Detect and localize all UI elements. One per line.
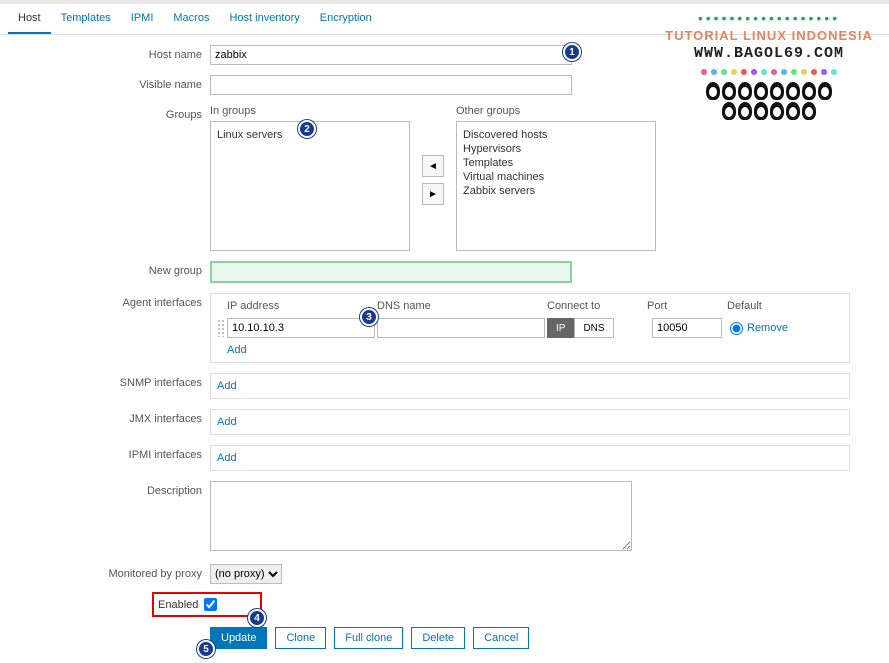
color-dots-icon (659, 64, 879, 78)
dnsname-header: DNS name (377, 300, 547, 312)
callout-5: 5 (197, 640, 215, 658)
move-right-button[interactable]: ► (422, 183, 444, 205)
callout-3: 3 (360, 308, 378, 326)
tab-macros[interactable]: Macros (163, 4, 219, 34)
ipmi-interfaces-box: Add (210, 445, 850, 471)
visiblename-label: Visible name (0, 75, 210, 91)
add-agent-interface-link[interactable]: Add (227, 344, 247, 356)
description-label: Description (0, 481, 210, 497)
proxy-select[interactable]: (no proxy) (210, 564, 282, 584)
callout-4: 4 (248, 609, 266, 627)
jmx-label: JMX interfaces (0, 409, 210, 425)
agentif-label: Agent interfaces (0, 293, 210, 309)
move-left-button[interactable]: ◄ (422, 155, 444, 177)
callout-2: 2 (298, 120, 316, 138)
hostname-input[interactable] (210, 45, 572, 65)
watermark-title: TUTORIAL LINUX INDONESIA (659, 28, 879, 43)
ingroups-label: In groups (210, 105, 410, 117)
add-jmx-interface-link[interactable]: Add (217, 416, 237, 428)
tab-encryption[interactable]: Encryption (310, 4, 382, 34)
agent-interfaces-box: IP address DNS name Connect to Port Defa… (210, 293, 850, 363)
newgroup-label: New group (0, 261, 210, 277)
dnsname-input[interactable] (377, 318, 545, 338)
jmx-interfaces-box: Add (210, 409, 850, 435)
update-button[interactable]: Update (210, 627, 267, 649)
ingroups-listbox[interactable]: Linux servers (210, 121, 410, 251)
othergroups-label: Other groups (456, 105, 656, 117)
delete-button[interactable]: Delete (411, 627, 465, 649)
watermark: •••••••••••••••••• TUTORIAL LINUX INDONE… (659, 10, 879, 120)
add-snmp-interface-link[interactable]: Add (217, 380, 237, 392)
ipmiif-label: IPMI interfaces (0, 445, 210, 461)
connect-ip-button[interactable]: IP (547, 318, 574, 338)
othergroup-item[interactable]: Virtual machines (463, 170, 649, 184)
othergroup-item[interactable]: Discovered hosts (463, 128, 649, 142)
enabled-label: Enabled (158, 599, 198, 611)
othergroup-item[interactable]: Templates (463, 156, 649, 170)
tab-ipmi[interactable]: IPMI (121, 4, 164, 34)
visiblename-input[interactable] (210, 75, 572, 95)
default-radio[interactable] (730, 322, 743, 335)
hostname-label: Host name (0, 45, 210, 61)
snmp-interfaces-box: Add (210, 373, 850, 399)
othergroup-item[interactable]: Zabbix servers (463, 184, 649, 198)
tab-host[interactable]: Host (8, 4, 51, 34)
newgroup-input[interactable] (210, 261, 572, 283)
othergroups-listbox[interactable]: Discovered hosts Hypervisors Templates V… (456, 121, 656, 251)
drag-handle-icon[interactable] (217, 319, 225, 337)
enabled-highlight: Enabled (152, 592, 262, 617)
tab-templates[interactable]: Templates (51, 4, 121, 34)
enabled-checkbox[interactable] (204, 598, 217, 611)
othergroup-item[interactable]: Hypervisors (463, 142, 649, 156)
connectto-header: Connect to (547, 300, 647, 312)
ipaddress-header: IP address (227, 300, 377, 312)
description-textarea[interactable] (210, 481, 632, 551)
watermark-url: WWW.BAGOL69.COM (659, 45, 879, 62)
remove-link[interactable]: Remove (747, 322, 788, 334)
tab-inventory[interactable]: Host inventory (219, 4, 309, 34)
clone-button[interactable]: Clone (275, 627, 326, 649)
penguin-logo-icon (699, 82, 839, 120)
add-ipmi-interface-link[interactable]: Add (217, 452, 237, 464)
ipaddress-input[interactable] (227, 318, 375, 338)
dots-icon: •••••••••••••••••• (659, 10, 879, 26)
groups-label: Groups (0, 105, 210, 121)
cancel-button[interactable]: Cancel (473, 627, 529, 649)
proxy-label: Monitored by proxy (0, 564, 210, 580)
default-header: Default (727, 300, 787, 312)
connect-dns-button[interactable]: DNS (574, 318, 613, 338)
callout-1: 1 (563, 43, 581, 61)
port-header: Port (647, 300, 727, 312)
snmp-label: SNMP interfaces (0, 373, 210, 389)
fullclone-button[interactable]: Full clone (334, 627, 403, 649)
port-input[interactable] (652, 318, 722, 338)
